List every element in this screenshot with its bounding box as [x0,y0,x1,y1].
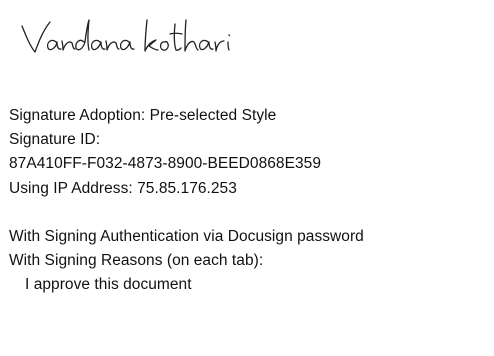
signature-id-label: Signature ID: [9,131,101,149]
ip-address-text: Using IP Address: 75.85.176.253 [9,179,237,197]
signing-reasons-label: With Signing Reasons (on each tab): [9,252,264,270]
signature-details: Signature Adoption: Pre-selected Style S… [9,104,364,298]
signature-certificate: { "signature": { "signer_name": "Vandana… [0,0,494,356]
signing-reason-item: I approve this document [25,276,192,294]
signature-id-value: 87A410FF-F032-4873-8900-BEED0868E359 [9,155,322,173]
signature-adoption-text: Signature Adoption: Pre-selected Style [9,107,277,124]
signature-image [10,8,260,68]
handwritten-signature [21,19,231,53]
authentication-text: With Signing Authentication via Docusign… [9,227,364,245]
